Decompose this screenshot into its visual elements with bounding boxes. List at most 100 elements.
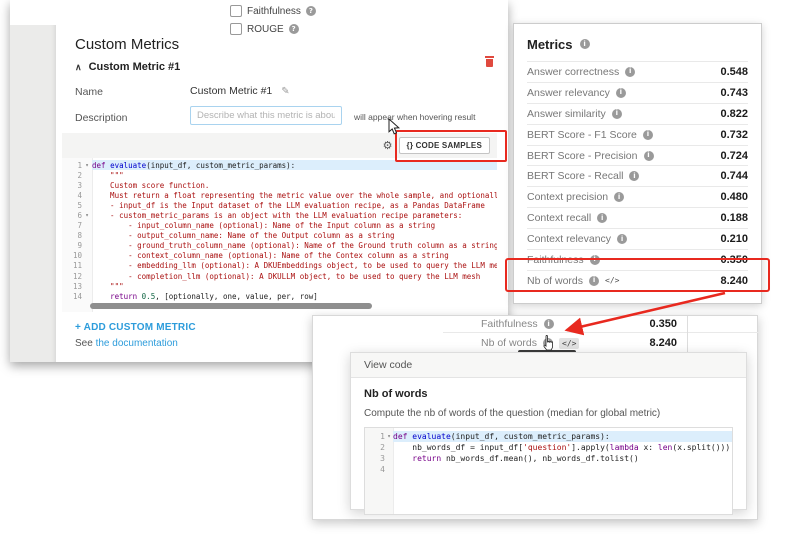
metric-value: 0.548 [720, 66, 748, 78]
metric-label: Answer correctness [527, 66, 619, 78]
code-text [393, 464, 732, 475]
code-line[interactable]: 8 - output_column_name: Name of the Outp… [62, 231, 497, 241]
info-icon[interactable]: i [616, 88, 626, 98]
info-icon[interactable]: i [597, 213, 607, 223]
collapse-caret-icon[interactable]: ∧ [75, 62, 82, 73]
line-number: 14 [62, 292, 82, 301]
delete-metric-icon[interactable] [485, 56, 494, 68]
info-icon[interactable]: i [644, 151, 654, 161]
gear-icon[interactable]: ⚙ [383, 139, 393, 152]
builtin-metric-options: Faithfulness?ROUGE? [230, 2, 316, 38]
line-number: 3 [365, 454, 385, 463]
line-number: 2 [365, 443, 385, 452]
code-line[interactable]: 1▾def evaluate(input_df, custom_metric_p… [365, 431, 732, 442]
metric-label: Answer relevancy [527, 87, 610, 99]
checkbox-label: Faithfulness [247, 6, 301, 17]
line-number: 1 [62, 161, 82, 170]
code-line[interactable]: 7 - input_column_name (optional): Name o… [62, 221, 497, 231]
documentation-link[interactable]: the documentation [96, 338, 178, 349]
info-icon[interactable]: i [629, 171, 639, 181]
fold-arrow-icon[interactable]: ▾ [82, 212, 92, 219]
edit-pencil-icon[interactable]: ✎ [281, 86, 289, 97]
code-line[interactable]: 9 - ground_truth_column_name (optional):… [62, 241, 497, 251]
metric-value: 0.822 [720, 108, 748, 120]
view-code-icon[interactable]: </> [559, 338, 579, 349]
code-text: - completion_llm (optional): A DKULLM ob… [92, 271, 497, 281]
line-number: 2 [62, 171, 82, 180]
metric-code-viewer[interactable]: 1▾def evaluate(input_df, custom_metric_p… [364, 427, 733, 515]
metric-row: Context recall i 0.188 [527, 207, 748, 228]
code-line[interactable]: 5 - input_df is the Input dataset of the… [62, 200, 497, 210]
description-hint: will appear when hovering result [354, 112, 475, 122]
line-number: 10 [62, 251, 82, 260]
info-icon[interactable]: i [580, 39, 590, 49]
line-number: 5 [62, 201, 82, 210]
metric-label: BERT Score - Recall [527, 170, 623, 182]
code-text: - input_df is the Input dataset of the L… [92, 200, 497, 210]
horizontal-scrollbar-thumb[interactable] [90, 303, 372, 309]
info-icon[interactable]: i [543, 338, 553, 348]
code-line[interactable]: 3 return nb_words_df.mean(), nb_words_df… [365, 453, 732, 464]
metric-value: 0.724 [720, 150, 748, 162]
custom-metric-section-header[interactable]: ∧ Custom Metric #1 [75, 61, 180, 73]
info-icon[interactable]: i [544, 319, 554, 329]
metric-row: Answer similarityi0.822 [527, 103, 748, 124]
metric-name-value[interactable]: Custom Metric #1 ✎ [190, 85, 290, 97]
info-icon[interactable]: i [612, 109, 622, 119]
line-number: 13 [62, 282, 82, 291]
code-line[interactable]: 4 [365, 464, 732, 475]
metric-label: Context recall [527, 212, 591, 224]
fold-arrow-icon[interactable]: ▾ [385, 433, 393, 440]
metric-value: 0.732 [720, 129, 748, 141]
fold-arrow-icon[interactable]: ▾ [82, 162, 92, 169]
metric-row: Context precision i 0.480 [527, 186, 748, 207]
code-line[interactable]: 2 """ [62, 170, 497, 180]
checkbox[interactable] [230, 5, 242, 17]
code-line[interactable]: 12 - completion_llm (optional): A DKULLM… [62, 271, 497, 281]
help-icon[interactable]: ? [306, 6, 316, 16]
code-line[interactable]: 3 Custom score function. [62, 180, 497, 190]
code-text: Must return a float representing the met… [92, 190, 497, 200]
help-icon[interactable]: ? [289, 24, 299, 34]
metrics-panel-title: Metrics i [527, 35, 748, 53]
info-icon[interactable]: i [643, 130, 653, 140]
metric-row: Answer relevancy i 0.743 [527, 82, 748, 103]
info-icon[interactable]: i [614, 192, 624, 202]
info-icon[interactable]: i [625, 67, 635, 77]
code-text: def evaluate(input_df, custom_metric_par… [393, 431, 732, 442]
metric-label: Nb of words [481, 337, 537, 349]
code-line[interactable]: 11 - embedding_llm (optional): A DKUEmbe… [62, 261, 497, 271]
code-line[interactable]: 14 return 0.5, [optionally, one, value, … [62, 291, 497, 301]
description-label: Description [75, 112, 128, 124]
metric-value: 0.350 [649, 318, 677, 330]
line-number: 1 [365, 432, 385, 441]
add-custom-metric-button[interactable]: + ADD CUSTOM METRIC [75, 322, 196, 333]
metric-value: 0.188 [720, 212, 748, 224]
code-line[interactable]: 4 Must return a float representing the m… [62, 190, 497, 200]
code-text: - ground_truth_column_name (optional): N… [92, 241, 497, 251]
description-input[interactable] [190, 106, 342, 125]
metric-value: 0.744 [720, 170, 748, 182]
metric-row: BERT Score - Recall i 0.744 [527, 165, 748, 186]
line-number: 11 [62, 261, 82, 270]
metric-value: 0.480 [720, 191, 748, 203]
column-divider [687, 316, 688, 353]
code-text: return nb_words_df.mean(), nb_words_df.t… [393, 453, 732, 464]
code-line[interactable]: 6▾ - custom_metric_params is an object w… [62, 210, 497, 220]
checkbox[interactable] [230, 23, 242, 35]
custom-metric-code-editor[interactable]: 1▾def evaluate(input_df, custom_metric_p… [62, 158, 497, 312]
custom-metric-section-title: Custom Metric #1 [89, 61, 181, 73]
code-text: nb_words_df = input_df['question'].apply… [393, 442, 732, 453]
code-line[interactable]: 13 """ [62, 281, 497, 291]
metric-value: 0.743 [720, 87, 748, 99]
code-line[interactable]: 2 nb_words_df = input_df['question'].app… [365, 442, 732, 453]
line-number: 6 [62, 211, 82, 220]
metric-row: Answer correctness i 0.548 [527, 61, 748, 82]
info-icon[interactable]: i [617, 234, 627, 244]
line-number: 12 [62, 272, 82, 281]
metric-label: Context precision [527, 191, 608, 203]
code-text: - output_column_name: Name of the Output… [92, 231, 497, 241]
metric-description: Compute the nb of words of the question … [364, 408, 733, 419]
line-number: 4 [62, 191, 82, 200]
code-line[interactable]: 10 - context_column_name (optional): Nam… [62, 251, 497, 261]
